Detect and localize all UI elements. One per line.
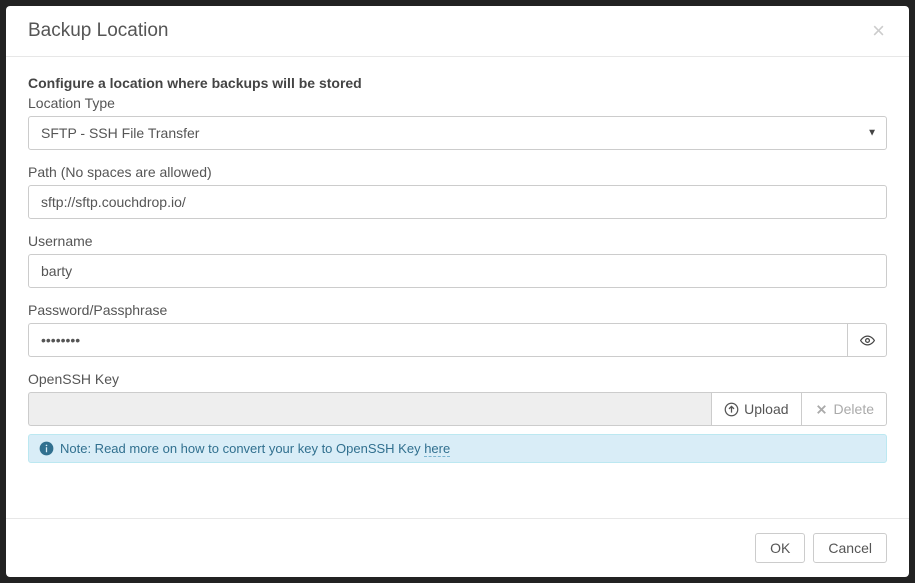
openssh-group: OpenSSH Key Upload	[28, 371, 887, 463]
openssh-path-display	[28, 392, 711, 426]
location-type-group: Location Type SFTP - SSH File Transfer ▼	[28, 95, 887, 150]
eye-icon	[860, 333, 875, 348]
openssh-label: OpenSSH Key	[28, 371, 887, 387]
openssh-note-text: Note: Read more on how to convert your k…	[60, 441, 450, 456]
upload-icon	[724, 402, 739, 417]
openssh-row: Upload Delete	[28, 392, 887, 426]
delete-button[interactable]: Delete	[801, 392, 887, 426]
info-icon	[39, 441, 54, 456]
ok-button[interactable]: OK	[755, 533, 805, 563]
location-type-select[interactable]: SFTP - SSH File Transfer	[28, 116, 887, 150]
backup-location-modal: Backup Location × Configure a location w…	[6, 6, 909, 577]
toggle-password-visibility-button[interactable]	[847, 323, 887, 357]
modal-body: Configure a location where backups will …	[6, 57, 909, 518]
openssh-note-prefix: Note: Read more on how to convert your k…	[60, 441, 424, 456]
upload-button[interactable]: Upload	[711, 392, 800, 426]
delete-icon	[814, 402, 829, 417]
modal-title: Backup Location	[28, 20, 169, 42]
path-input[interactable]	[28, 185, 887, 219]
openssh-note-link[interactable]: here	[424, 441, 450, 457]
username-group: Username	[28, 233, 887, 288]
password-group: Password/Passphrase	[28, 302, 887, 357]
upload-button-label: Upload	[744, 401, 788, 417]
password-row	[28, 323, 887, 357]
modal-footer: OK Cancel	[6, 518, 909, 577]
path-group: Path (No spaces are allowed)	[28, 164, 887, 219]
delete-button-label: Delete	[834, 401, 874, 417]
location-type-select-wrap: SFTP - SSH File Transfer ▼	[28, 116, 887, 150]
path-label: Path (No spaces are allowed)	[28, 164, 887, 180]
location-type-label: Location Type	[28, 95, 887, 111]
form-instruction: Configure a location where backups will …	[28, 75, 887, 91]
username-input[interactable]	[28, 254, 887, 288]
modal-header: Backup Location ×	[6, 6, 909, 57]
close-button[interactable]: ×	[868, 20, 889, 42]
cancel-button[interactable]: Cancel	[813, 533, 887, 563]
password-input[interactable]	[28, 323, 847, 357]
openssh-note-alert: Note: Read more on how to convert your k…	[28, 434, 887, 463]
username-label: Username	[28, 233, 887, 249]
password-label: Password/Passphrase	[28, 302, 887, 318]
